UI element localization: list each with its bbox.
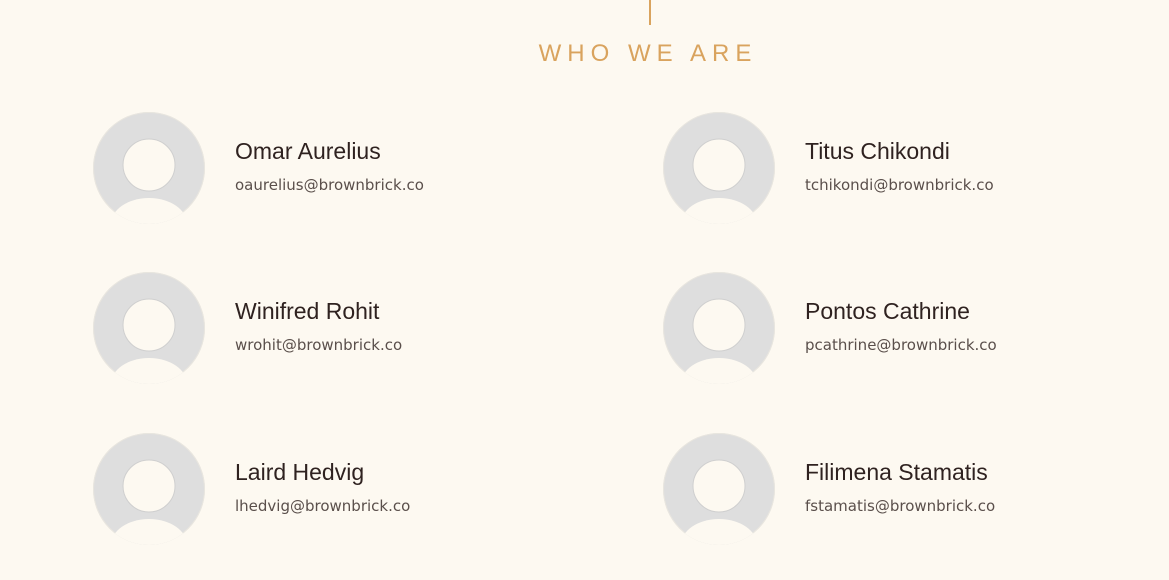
section-title: WHO WE ARE bbox=[538, 40, 758, 67]
member-name: Filimena Stamatis bbox=[805, 459, 988, 485]
team-member-card: Laird Hedvig lhedvig@brownbrick.co bbox=[93, 433, 613, 545]
user-placeholder-icon bbox=[663, 433, 775, 545]
team-member-card: Winifred Rohit wrohit@brownbrick.co bbox=[93, 272, 613, 384]
member-email[interactable]: fstamatis@brownbrick.co bbox=[805, 497, 995, 515]
member-email[interactable]: wrohit@brownbrick.co bbox=[235, 336, 402, 354]
user-placeholder-icon bbox=[93, 433, 205, 545]
section-divider-line bbox=[649, 0, 651, 25]
member-name: Pontos Cathrine bbox=[805, 298, 970, 324]
member-email[interactable]: lhedvig@brownbrick.co bbox=[235, 497, 410, 515]
member-name: Titus Chikondi bbox=[805, 138, 950, 164]
team-member-card: Titus Chikondi tchikondi@brownbrick.co bbox=[663, 112, 1169, 224]
user-placeholder-icon bbox=[663, 112, 775, 224]
member-name: Omar Aurelius bbox=[235, 138, 381, 164]
user-placeholder-icon bbox=[93, 272, 205, 384]
member-name: Laird Hedvig bbox=[235, 459, 365, 485]
member-email[interactable]: tchikondi@brownbrick.co bbox=[805, 176, 994, 194]
member-email[interactable]: oaurelius@brownbrick.co bbox=[235, 176, 424, 194]
user-placeholder-icon bbox=[663, 272, 775, 384]
team-member-card: Omar Aurelius oaurelius@brownbrick.co bbox=[93, 112, 613, 224]
member-email[interactable]: pcathrine@brownbrick.co bbox=[805, 336, 997, 354]
user-placeholder-icon bbox=[93, 112, 205, 224]
team-member-card: Pontos Cathrine pcathrine@brownbrick.co bbox=[663, 272, 1169, 384]
team-member-card: Filimena Stamatis fstamatis@brownbrick.c… bbox=[663, 433, 1169, 545]
member-name: Winifred Rohit bbox=[235, 298, 380, 324]
